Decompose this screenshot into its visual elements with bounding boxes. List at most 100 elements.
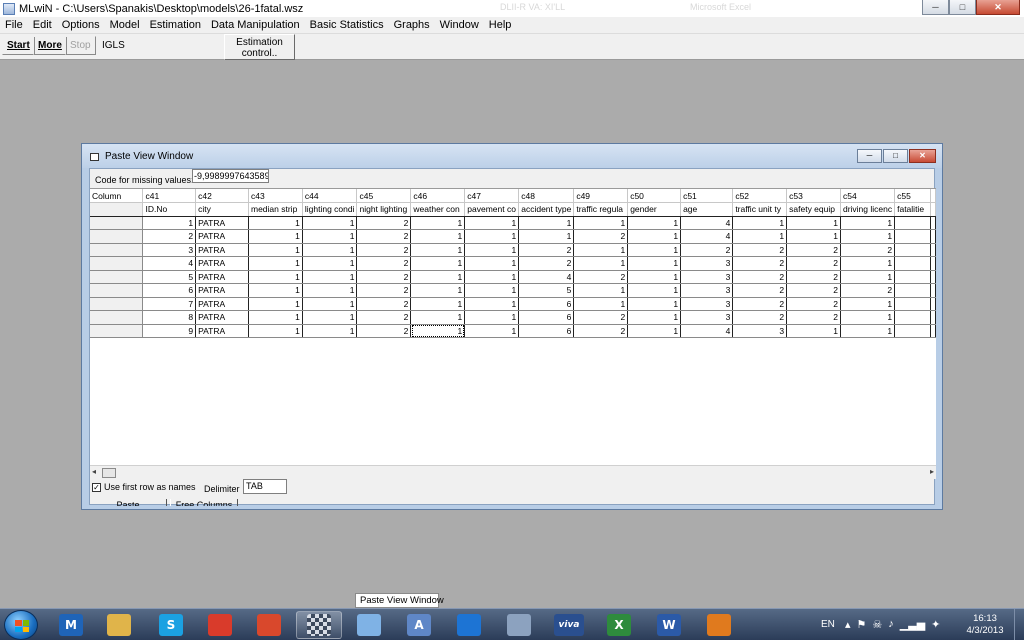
- table-cell[interactable]: 2: [786, 283, 841, 298]
- table-cell[interactable]: 1: [302, 297, 358, 311]
- table-cell[interactable]: [894, 216, 931, 230]
- paste-button[interactable]: Paste: [90, 499, 167, 506]
- table-cell[interactable]: 2: [356, 310, 412, 325]
- column-name-cell[interactable]: traffic unit ty: [732, 202, 788, 217]
- table-cell[interactable]: 2: [518, 243, 575, 257]
- table-cell[interactable]: 6: [518, 310, 575, 325]
- table-cell[interactable]: 3: [680, 283, 734, 298]
- menu-help[interactable]: Help: [484, 19, 517, 31]
- data-grid[interactable]: Column c41 c42 c43 c44 c45 c46 c47 c48 c49 c50 c51 c…: [90, 188, 936, 465]
- estimation-control-button[interactable]: Estimation control..: [224, 34, 295, 60]
- column-code-c42[interactable]: c42: [195, 189, 249, 203]
- table-cell[interactable]: 1: [248, 243, 303, 257]
- table-cell[interactable]: 4: [142, 256, 197, 271]
- table-cell[interactable]: PATRA: [195, 310, 249, 325]
- table-cell[interactable]: 1: [464, 216, 520, 230]
- row-gutter[interactable]: [90, 256, 144, 271]
- table-cell[interactable]: 2: [786, 270, 841, 284]
- table-cell[interactable]: 1: [410, 297, 466, 311]
- taskbar-app-button[interactable]: M: [48, 611, 94, 639]
- table-cell[interactable]: 1: [786, 229, 841, 244]
- column-name-cell[interactable]: age: [680, 202, 734, 217]
- column-code-c48[interactable]: c48: [518, 189, 575, 203]
- table-cell[interactable]: 1: [786, 324, 841, 338]
- table-cell[interactable]: [894, 297, 931, 311]
- paste-view-titlebar[interactable]: Paste View Window ─ □ ✕: [82, 144, 942, 168]
- show-desktop-button[interactable]: [1014, 609, 1024, 640]
- table-cell[interactable]: 6: [518, 324, 575, 338]
- column-name-cell[interactable]: fatalitie: [894, 202, 931, 217]
- table-cell[interactable]: 2: [786, 297, 841, 311]
- row-gutter[interactable]: [90, 310, 144, 325]
- column-code-c55[interactable]: c55: [894, 189, 931, 203]
- table-cell[interactable]: 2: [356, 229, 412, 244]
- column-name-cell[interactable]: driving licenc: [840, 202, 896, 217]
- row-gutter[interactable]: [90, 297, 144, 311]
- table-cell[interactable]: [894, 256, 931, 271]
- table-cell[interactable]: 2: [573, 270, 629, 284]
- horizontal-scrollbar[interactable]: ◂ ▸: [90, 465, 936, 479]
- table-cell[interactable]: 4: [680, 216, 734, 230]
- table-cell[interactable]: 4: [680, 229, 734, 244]
- close-button[interactable]: ✕: [976, 0, 1020, 15]
- network-signal-icon[interactable]: ▁▃▅: [900, 618, 925, 631]
- column-name-cell[interactable]: pavement co: [464, 202, 520, 217]
- row-gutter[interactable]: [90, 216, 144, 230]
- table-cell[interactable]: 1: [248, 324, 303, 338]
- table-cell[interactable]: 6: [518, 297, 575, 311]
- taskbar-app-button[interactable]: [197, 611, 243, 639]
- menu-basic-statistics[interactable]: Basic Statistics: [305, 19, 389, 31]
- column-code-c44[interactable]: c44: [302, 189, 358, 203]
- table-cell[interactable]: 2: [840, 283, 896, 298]
- menu-file[interactable]: File: [0, 19, 28, 31]
- table-cell[interactable]: 1: [302, 283, 358, 298]
- minimize-button[interactable]: ─: [922, 0, 949, 15]
- column-code-c53[interactable]: c53: [786, 189, 841, 203]
- table-cell[interactable]: 7: [142, 297, 197, 311]
- taskbar-app-button[interactable]: viva: [546, 611, 592, 639]
- table-cell[interactable]: 1: [464, 256, 520, 271]
- table-cell[interactable]: 1: [573, 256, 629, 271]
- taskbar-app-button[interactable]: [346, 611, 392, 639]
- table-cell[interactable]: 3: [680, 310, 734, 325]
- menu-window[interactable]: Window: [435, 19, 484, 31]
- table-cell[interactable]: 1: [302, 324, 358, 338]
- table-cell[interactable]: 1: [840, 256, 896, 271]
- table-cell[interactable]: 1: [573, 243, 629, 257]
- table-cell[interactable]: 1: [464, 310, 520, 325]
- table-cell[interactable]: 1: [464, 229, 520, 244]
- table-cell[interactable]: PATRA: [195, 297, 249, 311]
- table-cell[interactable]: 1: [302, 310, 358, 325]
- table-cell[interactable]: 1: [786, 216, 841, 230]
- column-name-cell[interactable]: safety equip: [786, 202, 841, 217]
- taskbar-app-button[interactable]: [446, 611, 492, 639]
- table-cell[interactable]: 1: [840, 324, 896, 338]
- taskbar-app-button[interactable]: S: [148, 611, 194, 639]
- table-cell[interactable]: 2: [786, 256, 841, 271]
- table-cell[interactable]: 1: [302, 229, 358, 244]
- table-cell[interactable]: 3: [732, 324, 788, 338]
- table-cell[interactable]: 2: [356, 256, 412, 271]
- start-button[interactable]: Start: [2, 36, 35, 55]
- table-cell[interactable]: 1: [464, 283, 520, 298]
- table-cell[interactable]: 1: [248, 216, 303, 230]
- volume-icon[interactable]: ♪: [888, 618, 894, 631]
- table-cell[interactable]: 1: [248, 229, 303, 244]
- table-cell[interactable]: 1: [410, 256, 466, 271]
- table-cell[interactable]: 2: [732, 310, 788, 325]
- column-code-c50[interactable]: c50: [627, 189, 682, 203]
- table-cell[interactable]: 5: [142, 270, 197, 284]
- table-cell[interactable]: PATRA: [195, 256, 249, 271]
- table-cell[interactable]: 2: [356, 283, 412, 298]
- table-cell[interactable]: 5: [518, 283, 575, 298]
- table-cell[interactable]: 1: [302, 256, 358, 271]
- scroll-left-arrow-icon[interactable]: ◂: [92, 467, 96, 476]
- clock[interactable]: 16:13 4/3/2013: [960, 613, 1010, 637]
- table-cell[interactable]: 1: [248, 270, 303, 284]
- table-cell[interactable]: 1: [627, 310, 682, 325]
- table-cell[interactable]: 3: [142, 243, 197, 257]
- table-cell[interactable]: 1: [732, 229, 788, 244]
- table-cell[interactable]: 2: [732, 297, 788, 311]
- table-cell[interactable]: 2: [573, 310, 629, 325]
- table-cell[interactable]: PATRA: [195, 283, 249, 298]
